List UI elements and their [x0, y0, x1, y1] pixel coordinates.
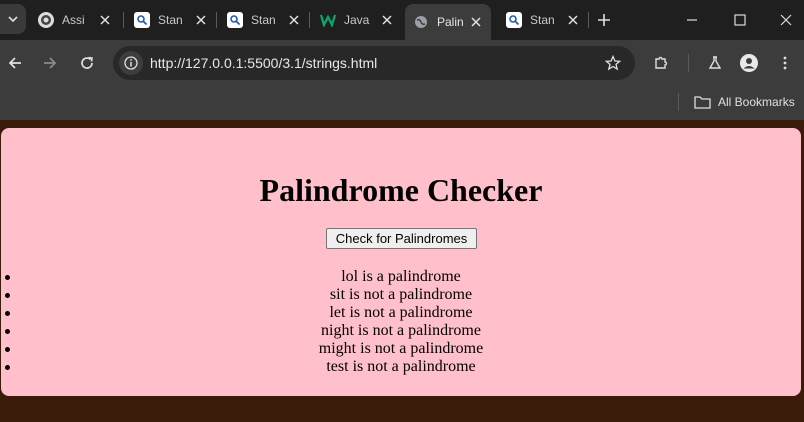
menu-button[interactable] [773, 51, 797, 75]
result-text: let is not a palindrome [329, 304, 473, 321]
result-text: test is not a palindrome [326, 358, 476, 375]
close-icon [780, 14, 792, 26]
tab-title: Stan [530, 13, 555, 27]
page-title: Palindrome Checker [259, 172, 543, 208]
bullet-icon [5, 275, 10, 280]
close-icon[interactable] [194, 13, 208, 27]
search-doc-icon [506, 12, 522, 28]
bullet-icon [5, 329, 10, 334]
forward-button[interactable] [38, 51, 62, 75]
result-text: might is not a palindrome [318, 340, 484, 357]
list-item: lol is a palindrome [1, 268, 801, 286]
tab-palindrome[interactable]: Palin [405, 4, 491, 40]
tab-standard-3[interactable]: Stan [498, 6, 588, 34]
arrow-left-icon [8, 57, 21, 69]
list-item: sit is not a palindrome [1, 286, 801, 304]
results-list: lol is a palindrome sit is not a palindr… [1, 268, 801, 376]
url-text[interactable]: http://127.0.0.1:5500/3.1/strings.html [150, 55, 377, 71]
page-viewport: Palindrome Checker Check for Palindromes… [0, 120, 804, 422]
site-info-icon[interactable] [119, 51, 143, 75]
globe-icon [413, 14, 429, 30]
result-text: lol is a palindrome [341, 268, 461, 285]
tab-divider [216, 12, 217, 28]
chevron-down-icon [8, 16, 18, 23]
tab-standard-1[interactable]: Stan [126, 6, 216, 34]
bullet-icon [5, 365, 10, 370]
extensions-button[interactable] [649, 51, 673, 75]
toolbar-divider [688, 54, 689, 72]
search-doc-icon [227, 12, 243, 28]
labs-button[interactable] [703, 51, 727, 75]
list-item: test is not a palindrome [1, 358, 801, 376]
result-text: night is not a palindrome [321, 322, 481, 339]
all-bookmarks-button[interactable]: All Bookmarks [694, 92, 795, 112]
plus-icon [598, 14, 610, 26]
tab-title: Palin [437, 15, 464, 29]
bullet-icon [5, 347, 10, 352]
back-button[interactable] [3, 51, 27, 75]
tab-java[interactable]: Java [312, 6, 402, 34]
tab-title: Assi [62, 13, 85, 27]
tab-divider [123, 12, 124, 28]
tab-title: Java [344, 13, 370, 27]
puzzle-icon [655, 56, 668, 69]
close-icon[interactable] [98, 13, 112, 27]
reload-icon [81, 56, 93, 69]
page-body: Palindrome Checker Check for Palindromes… [1, 128, 801, 396]
new-tab-button[interactable] [594, 10, 614, 30]
reload-button[interactable] [75, 51, 99, 75]
check-palindromes-button[interactable]: Check for Palindromes [326, 228, 477, 249]
tab-title: Stan [251, 13, 276, 27]
maximize-icon [734, 14, 746, 26]
list-item: might is not a palindrome [1, 340, 801, 358]
close-icon[interactable] [469, 15, 483, 29]
address-bar[interactable]: http://127.0.0.1:5500/3.1/strings.html [113, 46, 635, 80]
flask-icon [708, 56, 722, 69]
maximize-button[interactable] [728, 8, 752, 32]
bullet-icon [5, 293, 10, 298]
bookmark-star-icon[interactable] [603, 53, 623, 73]
tab-title: Stan [158, 13, 183, 27]
minimize-icon [687, 19, 697, 21]
browser-toolbar: http://127.0.0.1:5500/3.1/strings.html [0, 40, 804, 86]
bookmarks-bar: All Bookmarks [0, 86, 804, 120]
tab-standard-2[interactable]: Stan [219, 6, 309, 34]
search-doc-icon [134, 12, 150, 28]
close-window-button[interactable] [774, 8, 798, 32]
bookmarks-divider [678, 93, 679, 111]
tab-assignment[interactable]: Assi [30, 6, 120, 34]
all-bookmarks-label: All Bookmarks [718, 95, 795, 109]
profile-button[interactable] [737, 51, 761, 75]
bullet-icon [5, 311, 10, 316]
tab-strip: Assi Stan Stan Java Palin Stan [0, 0, 804, 40]
minimize-button[interactable] [680, 8, 704, 32]
w-logo-icon [320, 12, 336, 28]
avatar-icon [740, 54, 758, 72]
list-item: let is not a palindrome [1, 304, 801, 322]
close-icon[interactable] [380, 13, 394, 27]
arrow-right-icon [44, 57, 57, 69]
tab-divider [588, 12, 589, 28]
close-icon[interactable] [287, 13, 301, 27]
folder-icon [694, 95, 711, 109]
result-text: sit is not a palindrome [329, 286, 473, 303]
tab-search-button[interactable] [0, 4, 26, 34]
assignment-logo-icon [38, 12, 54, 28]
tab-divider [309, 12, 310, 28]
close-icon[interactable] [566, 13, 580, 27]
more-vert-icon [783, 56, 787, 70]
list-item: night is not a palindrome [1, 322, 801, 340]
